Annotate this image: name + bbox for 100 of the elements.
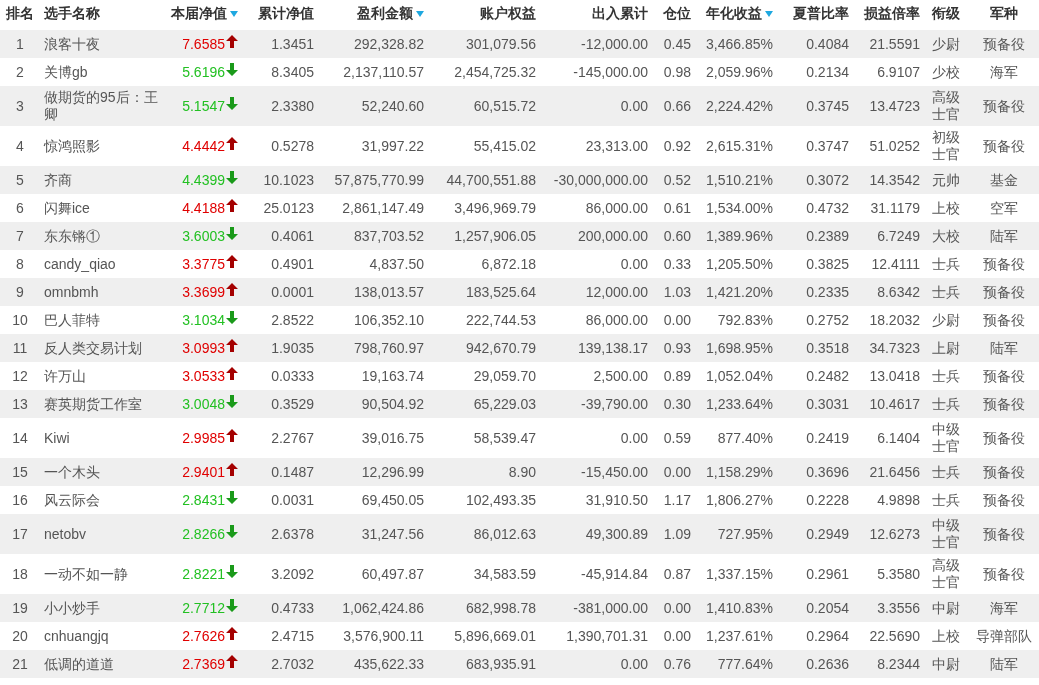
table-cell: 0.00 bbox=[540, 418, 652, 458]
branch-cell: 预备役 bbox=[968, 86, 1039, 126]
net-value-text: 2.8266 bbox=[182, 526, 225, 542]
table-cell: 1,421.20% bbox=[695, 278, 777, 306]
rank-cell: 21 bbox=[0, 650, 40, 678]
table-cell: 31.1179 bbox=[853, 194, 924, 222]
table-cell: 0.52 bbox=[652, 166, 695, 194]
branch-cell: 预备役 bbox=[968, 250, 1039, 278]
table-cell: 8.3405 bbox=[242, 58, 318, 86]
table-cell: 0.92 bbox=[652, 126, 695, 166]
table-cell: 25.0123 bbox=[242, 194, 318, 222]
column-header[interactable]: 损益倍率 bbox=[864, 4, 920, 21]
column-header[interactable]: 选手名称 bbox=[44, 4, 100, 21]
table-cell: 2,059.96% bbox=[695, 58, 777, 86]
net-value-text: 2.7712 bbox=[182, 600, 225, 616]
table-cell: 29,059.70 bbox=[428, 362, 540, 390]
branch-cell: 陆军 bbox=[968, 222, 1039, 250]
rank-grade-cell: 士兵 bbox=[924, 458, 968, 486]
column-header[interactable]: 仓位 bbox=[663, 4, 691, 21]
column-header[interactable]: 军种 bbox=[989, 4, 1018, 21]
table-cell: 0.3747 bbox=[777, 126, 853, 166]
table-cell: 0.00 bbox=[652, 622, 695, 650]
table-cell: 1,534.00% bbox=[695, 194, 777, 222]
column-header[interactable]: 排名 bbox=[6, 4, 34, 21]
player-name-cell: 巴人菲特 bbox=[40, 306, 164, 334]
branch-cell: 预备役 bbox=[968, 390, 1039, 418]
player-name-cell: 赛英期货工作室 bbox=[40, 390, 164, 418]
table-cell: 18.2032 bbox=[853, 306, 924, 334]
rank-cell: 2 bbox=[0, 58, 40, 86]
column-header[interactable]: 本届净值 bbox=[171, 4, 227, 21]
rank-cell: 7 bbox=[0, 222, 40, 250]
table-cell: 86,000.00 bbox=[540, 194, 652, 222]
table-cell: 90,504.92 bbox=[318, 390, 428, 418]
branch-cell: 预备役 bbox=[968, 486, 1039, 514]
table-cell: 0.0031 bbox=[242, 486, 318, 514]
player-name-cell: 浪客十夜 bbox=[40, 30, 164, 58]
column-header[interactable]: 夏普比率 bbox=[793, 4, 849, 21]
table-cell: 0.2419 bbox=[777, 418, 853, 458]
table-cell: 0.3529 bbox=[242, 390, 318, 418]
table-cell: 8.2344 bbox=[853, 650, 924, 678]
net-value-text: 3.3775 bbox=[182, 256, 225, 272]
rank-cell: 17 bbox=[0, 514, 40, 554]
rank-cell: 8 bbox=[0, 250, 40, 278]
branch-cell: 预备役 bbox=[968, 418, 1039, 458]
net-value-text: 3.0533 bbox=[182, 368, 225, 384]
table-cell: 0.66 bbox=[652, 86, 695, 126]
column-header[interactable]: 累计净值 bbox=[258, 4, 314, 21]
table-cell: -39,790.00 bbox=[540, 390, 652, 418]
rank-cell: 18 bbox=[0, 554, 40, 594]
rank-grade-cell: 中尉 bbox=[924, 650, 968, 678]
branch-cell: 导弹部队 bbox=[968, 622, 1039, 650]
table-cell: -381,000.00 bbox=[540, 594, 652, 622]
table-cell: 0.00 bbox=[652, 306, 695, 334]
column-header[interactable]: 盈利金额 bbox=[357, 4, 413, 21]
table-cell: 1.09 bbox=[652, 514, 695, 554]
table-cell: 1,052.04% bbox=[695, 362, 777, 390]
rank-grade-cell: 大校 bbox=[924, 222, 968, 250]
table-cell: 200,000.00 bbox=[540, 222, 652, 250]
net-value-text: 2.9401 bbox=[182, 464, 225, 480]
rank-cell: 9 bbox=[0, 278, 40, 306]
table-cell: 0.1487 bbox=[242, 458, 318, 486]
table-cell: -45,914.84 bbox=[540, 554, 652, 594]
player-name-cell: candy_qiao bbox=[40, 250, 164, 278]
column-header[interactable]: 衔级 bbox=[932, 4, 960, 21]
net-value-text: 3.0993 bbox=[182, 340, 225, 356]
table-cell: 6.7249 bbox=[853, 222, 924, 250]
player-name-cell: 小小炒手 bbox=[40, 594, 164, 622]
table-cell: 0.0001 bbox=[242, 278, 318, 306]
column-header[interactable]: 出入累计 bbox=[592, 4, 648, 21]
table-cell: 727.95% bbox=[695, 514, 777, 554]
branch-cell: 基金 bbox=[968, 166, 1039, 194]
player-name-cell: 齐商 bbox=[40, 166, 164, 194]
table-cell: 65,229.03 bbox=[428, 390, 540, 418]
sort-triangle-icon bbox=[230, 10, 238, 17]
net-value-text: 4.4188 bbox=[182, 200, 225, 216]
table-cell: 3,576,900.11 bbox=[318, 622, 428, 650]
table-cell: 1,257,906.05 bbox=[428, 222, 540, 250]
rank-cell: 16 bbox=[0, 486, 40, 514]
table-cell: 12,296.99 bbox=[318, 458, 428, 486]
table-cell: 138,013.57 bbox=[318, 278, 428, 306]
table-cell: 10.1023 bbox=[242, 166, 318, 194]
player-name-cell: 一动不如一静 bbox=[40, 554, 164, 594]
rank-grade-cell: 士兵 bbox=[924, 362, 968, 390]
table-cell: 57,875,770.99 bbox=[318, 166, 428, 194]
table-cell: 86,012.63 bbox=[428, 514, 540, 554]
table-cell: 3.2092 bbox=[242, 554, 318, 594]
column-header[interactable]: 账户权益 bbox=[480, 4, 536, 21]
table-cell: 34,583.59 bbox=[428, 554, 540, 594]
player-name-cell: 关博gb bbox=[40, 58, 164, 86]
table-cell: 139,138.17 bbox=[540, 334, 652, 362]
table-cell: 2.6378 bbox=[242, 514, 318, 554]
table-cell: 2.8522 bbox=[242, 306, 318, 334]
table-cell: 10.4617 bbox=[853, 390, 924, 418]
table-cell: -30,000,000.00 bbox=[540, 166, 652, 194]
column-header[interactable]: 年化收益 bbox=[706, 4, 762, 21]
table-cell: 4.9898 bbox=[853, 486, 924, 514]
branch-cell: 预备役 bbox=[968, 126, 1039, 166]
table-cell: 0.00 bbox=[540, 650, 652, 678]
table-cell: 5.3580 bbox=[853, 554, 924, 594]
player-name-cell: Kiwi bbox=[40, 418, 164, 458]
